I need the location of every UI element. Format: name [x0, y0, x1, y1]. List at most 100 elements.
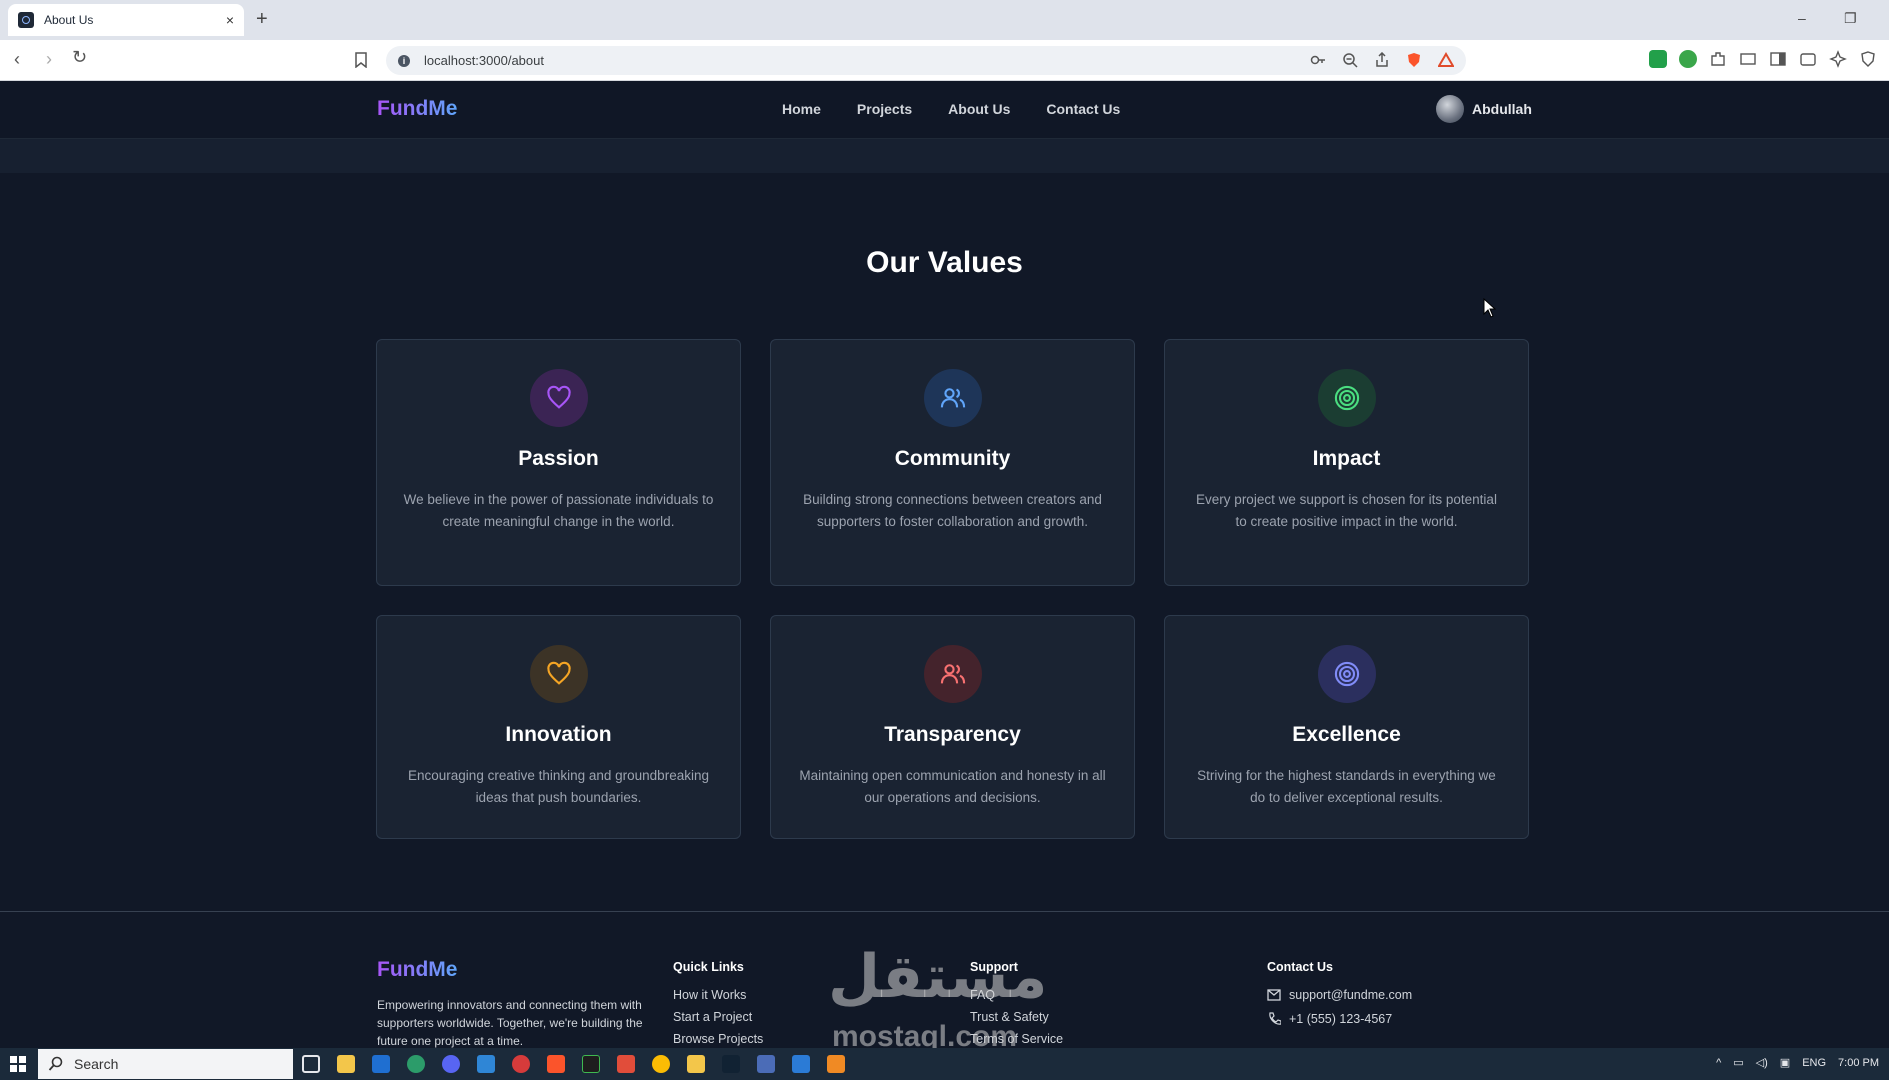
task-view-icon[interactable]	[302, 1055, 320, 1073]
tray-clock[interactable]: 7:00 PM	[1838, 1057, 1879, 1069]
app-icon[interactable]	[477, 1055, 495, 1073]
wallet-icon[interactable]	[1799, 50, 1817, 68]
app-orange-icon[interactable]	[617, 1055, 635, 1073]
value-icon-circle	[529, 645, 588, 703]
site-info-icon[interactable]: i	[398, 54, 410, 67]
value-card-title: Excellence	[1292, 723, 1401, 746]
value-icon-circle	[529, 369, 588, 427]
nav-about-us[interactable]: About Us	[948, 101, 1010, 117]
leo-ai-icon[interactable]	[1829, 50, 1847, 68]
value-card-excellence[interactable]: Excellence Striving for the highest stan…	[1164, 615, 1529, 839]
tray-chevron-icon[interactable]: ^	[1716, 1057, 1721, 1069]
value-card-title: Passion	[518, 447, 599, 470]
nav-projects[interactable]: Projects	[857, 101, 912, 117]
restore-button[interactable]: ❐	[1844, 10, 1857, 27]
value-card-title: Community	[894, 447, 1011, 470]
url-text[interactable]: localhost:3000/about	[424, 53, 544, 68]
tray-network-icon[interactable]: ▣	[1780, 1056, 1790, 1069]
sidebar-icon[interactable]	[1769, 50, 1787, 68]
new-tab-button[interactable]: +	[256, 8, 268, 31]
heart-icon	[546, 661, 571, 685]
footer-link-browse-projects[interactable]: Browse Projects	[673, 1032, 763, 1046]
footer-email[interactable]: support@fundme.com	[1267, 988, 1412, 1002]
taskbar-apps	[302, 1055, 845, 1073]
target-icon	[1334, 385, 1359, 411]
vscode-icon[interactable]	[792, 1055, 810, 1073]
bookmark-icon[interactable]	[355, 52, 367, 68]
reload-icon[interactable]: ↻	[72, 47, 87, 68]
tab-title: About Us	[44, 13, 94, 27]
terminal-icon[interactable]	[722, 1055, 740, 1073]
phone-icon	[1269, 1012, 1281, 1025]
browser-toolbar: ‹ › ↻ i localhost:3000/about	[0, 40, 1889, 81]
brave-icon[interactable]	[547, 1055, 565, 1073]
value-card-title: Impact	[1312, 447, 1381, 470]
footer-column-title: Contact Us	[1267, 960, 1333, 974]
value-card-transparency[interactable]: Transparency Maintaining open communicat…	[770, 615, 1135, 839]
windows-start-icon[interactable]	[10, 1056, 26, 1072]
taskbar-search[interactable]: Search	[38, 1049, 293, 1079]
footer-column-title: Quick Links	[673, 960, 744, 974]
avatar[interactable]	[1436, 95, 1464, 123]
browser-tab-bar: About Us × + – ❐	[0, 0, 1889, 40]
folder-icon[interactable]	[687, 1055, 705, 1073]
footer-description: Empowering innovators and connecting the…	[377, 998, 643, 1048]
extension-download-icon[interactable]	[1649, 50, 1667, 68]
brave-rewards-icon[interactable]	[1438, 52, 1454, 68]
minimize-button[interactable]: –	[1798, 10, 1806, 26]
browser-tab[interactable]: About Us ×	[8, 4, 244, 36]
value-card-innovation[interactable]: Innovation Encouraging creative thinking…	[376, 615, 741, 839]
mail-icon	[1267, 989, 1281, 1001]
value-card-title: Innovation	[505, 723, 612, 746]
brave-shields-icon[interactable]	[1406, 52, 1422, 68]
teams-icon[interactable]	[757, 1055, 775, 1073]
share-icon[interactable]	[1374, 52, 1390, 68]
main-nav: Home Projects About Us Contact Us	[782, 101, 1120, 117]
chrome-icon[interactable]	[652, 1055, 670, 1073]
user-menu[interactable]: Abdullah	[1436, 95, 1532, 123]
screenshot-icon[interactable]	[1739, 50, 1757, 68]
vlc-icon[interactable]	[827, 1055, 845, 1073]
value-icon-circle	[923, 369, 982, 427]
footer-contact: Contact Us support@fundme.com +1 (555) 1…	[1267, 960, 1412, 1036]
address-bar[interactable]: i localhost:3000/about	[386, 46, 1466, 75]
site-logo[interactable]: FundMe	[377, 97, 457, 121]
users-icon	[940, 388, 965, 408]
key-icon[interactable]	[1310, 52, 1326, 68]
footer-email-text[interactable]: support@fundme.com	[1289, 988, 1412, 1002]
forward-icon[interactable]: ›	[46, 49, 52, 70]
discord-icon[interactable]	[442, 1055, 460, 1073]
footer-phone-text[interactable]: +1 (555) 123-4567	[1289, 1012, 1392, 1026]
value-icon-circle	[1317, 645, 1376, 703]
tray-language[interactable]: ENG	[1802, 1057, 1826, 1069]
back-icon[interactable]: ‹	[14, 49, 20, 70]
footer-logo[interactable]: FundMe	[377, 958, 457, 982]
favicon-icon	[18, 12, 34, 28]
taskbar-search-text[interactable]: Search	[74, 1056, 118, 1072]
footer-quick-links: Quick Links How it Works Start a Project…	[673, 960, 763, 1048]
tray-battery-icon[interactable]: ▭	[1733, 1056, 1743, 1069]
footer-link-start-project[interactable]: Start a Project	[673, 1010, 763, 1024]
extension-green-icon[interactable]	[1679, 50, 1697, 68]
clion-icon[interactable]	[582, 1055, 600, 1073]
value-card-passion[interactable]: Passion We believe in the power of passi…	[376, 339, 741, 586]
outlook-icon[interactable]	[372, 1055, 390, 1073]
value-card-text: We believe in the power of passionate in…	[403, 492, 714, 529]
footer-phone[interactable]: +1 (555) 123-4567	[1267, 1012, 1412, 1026]
tray-volume-icon[interactable]: ◁)	[1756, 1056, 1768, 1069]
nav-contact-us[interactable]: Contact Us	[1046, 101, 1120, 117]
edge-icon[interactable]	[407, 1055, 425, 1073]
user-name[interactable]: Abdullah	[1472, 101, 1532, 117]
value-card-text: Building strong connections between crea…	[803, 492, 1102, 529]
system-tray: ^ ▭ ◁) ▣ ENG 7:00 PM	[1716, 1056, 1879, 1070]
nav-home[interactable]: Home	[782, 101, 821, 117]
value-card-community[interactable]: Community Building strong connections be…	[770, 339, 1135, 586]
zoom-out-icon[interactable]	[1342, 52, 1358, 68]
vpn-shield-icon[interactable]	[1859, 50, 1877, 68]
tab-close-icon[interactable]: ×	[226, 12, 234, 28]
app-red-icon[interactable]	[512, 1055, 530, 1073]
footer-link-how-it-works[interactable]: How it Works	[673, 988, 763, 1002]
extensions-puzzle-icon[interactable]	[1709, 50, 1727, 68]
value-card-impact[interactable]: Impact Every project we support is chose…	[1164, 339, 1529, 586]
file-explorer-icon[interactable]	[337, 1055, 355, 1073]
